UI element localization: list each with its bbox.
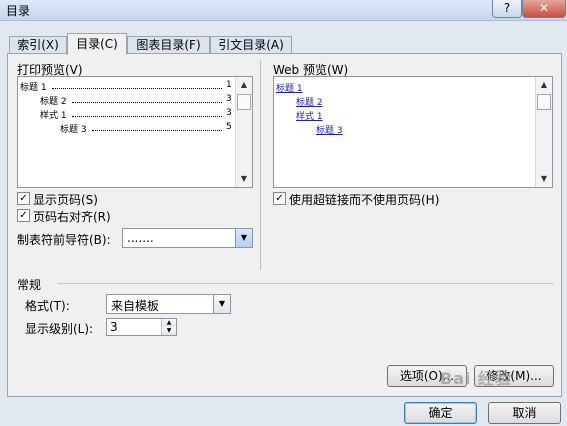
leader-dots bbox=[92, 122, 222, 131]
leader-dots bbox=[72, 94, 222, 103]
web-preview-scrollbar[interactable]: ▲ ▼ bbox=[535, 77, 552, 187]
print-preview-entry-text: 样式 1 bbox=[40, 111, 67, 121]
print-preview-entry-page: 3 bbox=[226, 108, 232, 118]
print-preview-entry-page: 5 bbox=[226, 122, 232, 132]
print-preview-entry-text: 标题 2 bbox=[40, 97, 67, 107]
print-preview-entry-page: 1 bbox=[226, 80, 232, 90]
scroll-up-icon[interactable]: ▲ bbox=[536, 77, 552, 93]
tab-leader-select[interactable]: ....... ▼ bbox=[122, 228, 253, 248]
web-preview-link[interactable]: 标题 1 bbox=[276, 81, 303, 94]
scroll-up-icon[interactable]: ▲ bbox=[236, 77, 252, 93]
check-icon: ✓ bbox=[275, 193, 284, 204]
print-preview-entry: 标题 2 3 bbox=[40, 94, 232, 107]
leader-dots bbox=[72, 108, 222, 117]
tab-figures[interactable]: 图表目录(F) bbox=[127, 36, 210, 54]
scroll-thumb[interactable] bbox=[537, 94, 551, 110]
scroll-down-icon[interactable]: ▼ bbox=[536, 171, 552, 187]
format-value: 来自模板 bbox=[111, 299, 160, 313]
chevron-down-icon[interactable]: ▼ bbox=[235, 229, 252, 247]
use-hyperlinks-label[interactable]: 使用超链接而不使用页码(H) bbox=[289, 191, 439, 208]
cancel-button[interactable]: 取消 bbox=[488, 402, 561, 424]
print-preview-entry-text: 标题 1 bbox=[20, 83, 47, 93]
general-section-label: 常规 bbox=[17, 278, 42, 292]
web-preview-link[interactable]: 标题 3 bbox=[316, 123, 343, 136]
tab-authorities[interactable]: 引文目录(A) bbox=[210, 36, 292, 54]
window-title: 目录 bbox=[6, 4, 31, 18]
check-icon: ✓ bbox=[19, 193, 28, 204]
close-button[interactable]: ✕ bbox=[522, 0, 566, 18]
tab-figures-label: 图表目录 bbox=[136, 38, 185, 52]
print-preview-scrollbar[interactable]: ▲ ▼ bbox=[235, 77, 252, 187]
general-divider bbox=[58, 283, 554, 284]
tab-authorities-key: (A) bbox=[266, 38, 284, 52]
tab-authorities-label: 引文目录 bbox=[218, 38, 267, 52]
right-align-label[interactable]: 页码右对齐(R) bbox=[33, 208, 111, 225]
watermark: Bai 经验 bbox=[440, 369, 513, 388]
print-preview-entry: 样式 1 3 bbox=[40, 108, 232, 121]
print-preview-entry-text: 标题 3 bbox=[60, 125, 87, 135]
levels-label: 显示级别(L): bbox=[25, 322, 94, 336]
tab-contents-key: (C) bbox=[100, 37, 118, 51]
print-preview-box[interactable]: 标题 1 1 标题 2 3 样式 1 3 标题 3 5 ▲ ▼ bbox=[17, 76, 253, 188]
help-button[interactable]: ? bbox=[492, 0, 522, 18]
tab-contents-label: 目录 bbox=[76, 37, 101, 51]
check-icon: ✓ bbox=[19, 210, 28, 221]
web-preview-link[interactable]: 标题 2 bbox=[296, 95, 323, 108]
tab-index[interactable]: 索引(X) bbox=[9, 36, 67, 54]
use-hyperlinks-checkbox[interactable]: ✓ bbox=[273, 192, 286, 205]
tab-index-label: 索引 bbox=[17, 38, 42, 52]
ok-button[interactable]: 确定 bbox=[404, 402, 477, 424]
vertical-divider bbox=[260, 60, 261, 270]
levels-value[interactable]: 3 bbox=[110, 320, 118, 334]
title-bar: 目录 ? ✕ bbox=[0, 0, 567, 21]
levels-stepper[interactable]: 3 ▲ ▼ bbox=[106, 318, 177, 336]
chevron-down-icon[interactable]: ▼ bbox=[213, 295, 230, 313]
show-page-numbers-checkbox[interactable]: ✓ bbox=[17, 192, 30, 205]
print-preview-entry-page: 3 bbox=[226, 94, 232, 104]
spin-down-icon[interactable]: ▼ bbox=[161, 327, 176, 335]
print-preview-entry: 标题 1 1 bbox=[20, 80, 232, 93]
scroll-thumb[interactable] bbox=[237, 94, 251, 110]
tab-index-key: (X) bbox=[41, 38, 59, 52]
tab-figures-key: (F) bbox=[184, 38, 201, 52]
print-preview-entry: 标题 3 5 bbox=[60, 122, 232, 135]
format-select[interactable]: 来自模板 ▼ bbox=[106, 294, 231, 314]
right-align-checkbox[interactable]: ✓ bbox=[17, 209, 30, 222]
show-page-numbers-label[interactable]: 显示页码(S) bbox=[33, 191, 98, 208]
web-preview-box[interactable]: 标题 1 标题 2 样式 1 标题 3 ▲ ▼ bbox=[273, 76, 553, 188]
tab-leader-label: 制表符前导符(B): bbox=[17, 233, 111, 247]
tab-contents[interactable]: 目录(C) bbox=[67, 33, 127, 55]
web-preview-link[interactable]: 样式 1 bbox=[296, 109, 323, 122]
leader-dots bbox=[52, 80, 222, 89]
format-label: 格式(T): bbox=[25, 299, 70, 313]
tab-leader-value: ....... bbox=[127, 231, 154, 245]
scroll-down-icon[interactable]: ▼ bbox=[236, 171, 252, 187]
